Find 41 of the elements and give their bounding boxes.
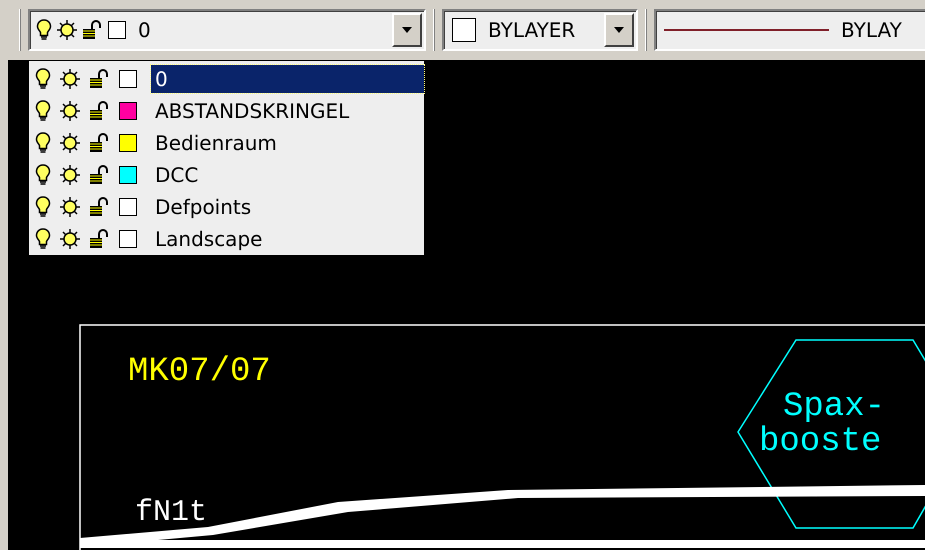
color-name: BYLAYER — [488, 18, 576, 42]
lightbulb-icon[interactable] — [35, 68, 51, 90]
lightbulb-icon[interactable] — [36, 19, 52, 41]
unlocked-padlock-icon[interactable] — [89, 165, 109, 185]
lightbulb-icon[interactable] — [35, 196, 51, 218]
layer-combo-box[interactable]: 0 — [28, 9, 426, 51]
linetype-combo-box[interactable]: BYLAY — [654, 9, 925, 51]
sun-icon[interactable] — [59, 100, 81, 122]
sun-icon[interactable] — [59, 132, 81, 154]
layer-list-item[interactable]: Landscape — [151, 225, 266, 253]
linetype-name: BYLAY — [841, 18, 902, 42]
dropdown-button[interactable] — [392, 13, 422, 47]
unlocked-padlock-icon[interactable] — [89, 197, 109, 217]
dropdown-arrow-icon[interactable] — [614, 27, 624, 33]
unlocked-padlock-icon[interactable] — [82, 20, 102, 40]
drawing-label-text: fN1t — [135, 496, 208, 530]
layer-list-item[interactable]: 0 — [151, 65, 424, 93]
lightbulb-icon[interactable] — [35, 132, 51, 154]
sun-icon[interactable] — [59, 164, 81, 186]
drawing-title-text: MK07/07 — [128, 353, 271, 391]
unlocked-padlock-icon[interactable] — [89, 133, 109, 153]
sun-icon[interactable] — [56, 19, 78, 41]
lightbulb-icon[interactable] — [35, 100, 51, 122]
lightbulb-icon[interactable] — [35, 228, 51, 250]
lightbulb-icon[interactable] — [35, 164, 51, 186]
sun-icon[interactable] — [59, 196, 81, 218]
color-combo-box[interactable]: BYLAYER — [442, 9, 638, 51]
unlocked-padlock-icon[interactable] — [89, 69, 109, 89]
dropdown-button[interactable] — [604, 13, 634, 47]
layer-list-item[interactable]: Bedienraum — [151, 129, 281, 157]
layer-list-item[interactable]: Defpoints — [151, 193, 256, 221]
sun-icon[interactable] — [59, 68, 81, 90]
unlocked-padlock-icon[interactable] — [89, 101, 109, 121]
layer-list-item[interactable]: DCC — [151, 161, 202, 189]
unlocked-padlock-icon[interactable] — [89, 229, 109, 249]
booster-label-text: Spax- — [783, 388, 886, 426]
booster-label-text: booste — [759, 423, 882, 461]
sun-icon[interactable] — [59, 228, 81, 250]
dropdown-arrow-icon[interactable] — [402, 27, 412, 33]
layer-list-item[interactable]: ABSTANDSKRINGEL — [151, 97, 354, 125]
layer-name: 0 — [138, 18, 151, 42]
